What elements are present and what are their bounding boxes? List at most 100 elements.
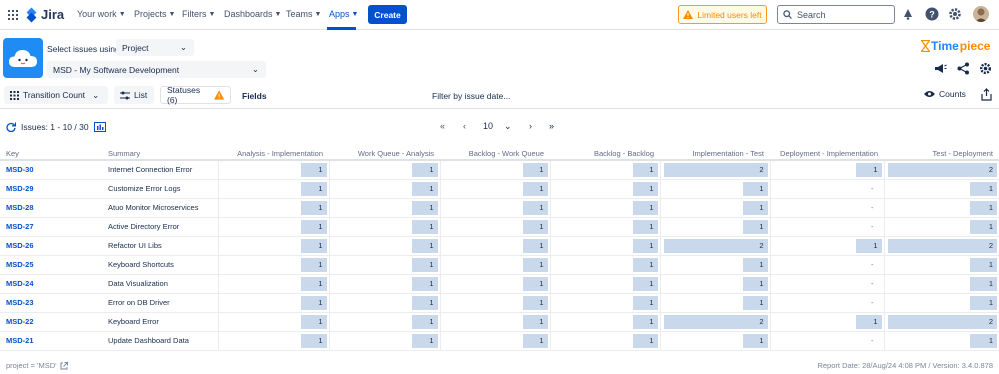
previous-page-button[interactable]: ‹ <box>463 121 466 131</box>
create-button[interactable]: Create <box>368 5 407 24</box>
nav-your-work[interactable]: Your work ▼ <box>77 9 126 19</box>
column-header[interactable]: Backlog - Backlog <box>550 145 660 161</box>
transition-count-cell: 1 <box>659 293 770 313</box>
issue-key-link[interactable]: MSD-27 <box>0 217 102 237</box>
count-bar: 1 <box>632 238 658 253</box>
column-header[interactable]: Test - Deployment <box>884 145 999 161</box>
external-link-icon[interactable] <box>60 361 68 370</box>
count-bar: 1 <box>522 181 548 196</box>
transition-count-cell: 1 <box>549 236 660 256</box>
bar-chart-icon[interactable] <box>93 122 106 132</box>
column-header[interactable]: Summary <box>102 145 218 161</box>
warning-icon <box>213 90 224 100</box>
transition-count-cell: 1 <box>328 217 440 237</box>
jira-logo-icon <box>26 7 38 22</box>
counts-toggle[interactable]: Counts <box>924 89 966 99</box>
column-header[interactable]: Work Queue - Analysis <box>329 145 440 161</box>
column-header[interactable]: Deployment - Implementation <box>770 145 884 161</box>
transition-count-cell: - <box>769 217 884 237</box>
project-avatar <box>3 38 43 78</box>
transition-count-cell: 1 <box>439 198 550 218</box>
nav-projects[interactable]: Projects ▼ <box>134 9 175 19</box>
fields-button[interactable]: Fields <box>242 91 267 101</box>
column-header[interactable]: Key <box>0 145 102 161</box>
nav-label: Teams <box>286 9 313 19</box>
table-row: MSD-23 Error on DB Driver 1 1 1 1 1 - 1 <box>0 293 999 313</box>
column-header[interactable]: Analysis - Implementation <box>218 145 329 161</box>
filter-by-date-button[interactable]: Filter by issue date... <box>432 91 510 101</box>
nav-teams[interactable]: Teams ▼ <box>286 9 321 19</box>
count-bar: 1 <box>411 181 438 196</box>
timepiece-logo: Time piece <box>921 39 990 53</box>
count-bar: 1 <box>742 219 768 234</box>
issue-key-link[interactable]: MSD-30 <box>0 160 102 180</box>
count-bar: 1 <box>632 200 658 215</box>
announcement-icon[interactable] <box>934 62 947 75</box>
count-bar: 1 <box>855 238 882 253</box>
limited-users-button[interactable]: Limited users left <box>678 5 767 24</box>
transition-count-cell: 1 <box>549 331 660 351</box>
transition-count-cell: 1 <box>549 198 660 218</box>
transition-count-cell: 1 <box>549 312 660 332</box>
app-switcher-icon[interactable] <box>8 10 18 20</box>
table-row: MSD-25 Keyboard Shortcuts 1 1 1 1 1 - 1 <box>0 255 999 275</box>
jira-logo[interactable]: Jira <box>26 7 64 22</box>
count-bar: 1 <box>522 200 548 215</box>
column-header[interactable]: Backlog - Work Queue <box>440 145 550 161</box>
issue-key-link[interactable]: MSD-28 <box>0 198 102 218</box>
grid-icon <box>10 90 19 100</box>
active-nav-indicator <box>327 27 356 30</box>
transition-count-cell: 1 <box>659 274 770 294</box>
settings-icon[interactable] <box>948 7 962 21</box>
logo-text-time: Time <box>931 39 959 53</box>
issue-key-link[interactable]: MSD-21 <box>0 331 102 351</box>
help-icon[interactable]: ? <box>925 7 939 21</box>
transition-count-cell: 1 <box>439 331 550 351</box>
nav-apps[interactable]: Apps ▼ <box>329 9 358 19</box>
issue-key-link[interactable]: MSD-23 <box>0 293 102 313</box>
page-size-select[interactable]: 10 ⌄ <box>483 121 512 132</box>
jql-query: project = 'MSD' <box>6 361 68 370</box>
transition-count-cell: 1 <box>883 255 999 275</box>
export-icon[interactable] <box>980 88 993 101</box>
chevron-down-icon: ⌄ <box>179 42 187 52</box>
count-bar: 2 <box>888 238 997 253</box>
issue-key-link[interactable]: MSD-24 <box>0 274 102 294</box>
issue-key-link[interactable]: MSD-26 <box>0 236 102 256</box>
statuses-button[interactable]: Statuses (6) <box>160 85 231 105</box>
first-page-button[interactable]: « <box>440 121 445 131</box>
count-bar: 1 <box>300 200 327 215</box>
notifications-icon[interactable] <box>901 7 915 21</box>
issue-key-link[interactable]: MSD-25 <box>0 255 102 275</box>
empty-value: - <box>871 298 874 307</box>
refresh-icon[interactable] <box>6 122 16 132</box>
transition-count-cell: 1 <box>217 255 329 275</box>
table-row: MSD-28 Atuo Monitor Microservices 1 1 1 1 1 - 1 <box>0 198 999 218</box>
project-dropdown[interactable]: MSD - My Software Development ⌄ <box>47 61 266 78</box>
chevron-down-icon: ▼ <box>314 10 322 18</box>
issue-key-link[interactable]: MSD-29 <box>0 179 102 199</box>
count-bar: 1 <box>522 257 548 272</box>
transition-count-cell: 1 <box>328 293 440 313</box>
nav-dashboards[interactable]: Dashboards ▼ <box>224 9 281 19</box>
nav-label: Apps <box>329 9 350 19</box>
issue-summary: Keyboard Shortcuts <box>102 255 218 275</box>
issue-key-link[interactable]: MSD-22 <box>0 312 102 332</box>
settings-icon[interactable] <box>979 62 992 75</box>
column-header[interactable]: Implementation - Test <box>660 145 770 161</box>
last-page-button[interactable]: » <box>549 121 554 131</box>
count-bar: 1 <box>742 257 768 272</box>
count-bar: 1 <box>522 276 548 291</box>
transition-count-dropdown[interactable]: Transition Count ⌄ <box>4 86 108 104</box>
user-avatar[interactable] <box>973 6 989 22</box>
selection-type-dropdown[interactable]: Project ⌄ <box>116 39 194 56</box>
share-icon[interactable] <box>957 62 970 75</box>
empty-value: - <box>871 184 874 193</box>
next-page-button[interactable]: › <box>529 121 532 131</box>
nav-label: Projects <box>134 9 167 19</box>
list-button[interactable]: List <box>114 86 154 104</box>
nav-filters[interactable]: Filters ▼ <box>182 9 215 19</box>
project-value: MSD - My Software Development <box>53 64 180 75</box>
search-input[interactable]: Search <box>777 5 895 24</box>
count-bar: 1 <box>411 200 438 215</box>
